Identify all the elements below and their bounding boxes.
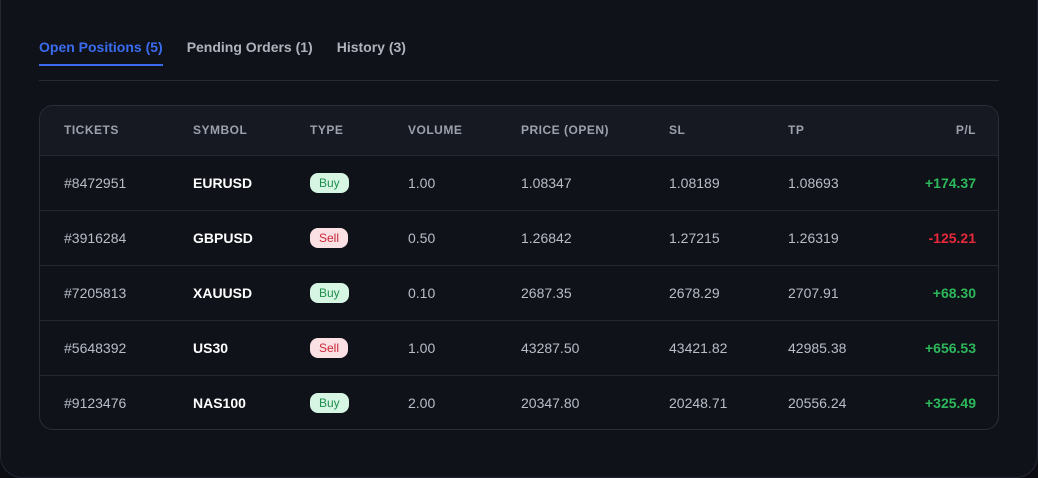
- tab-bar: Open Positions (5) Pending Orders (1) Hi…: [39, 28, 999, 81]
- type-badge-buy: Buy: [310, 392, 349, 413]
- symbol-cell: NAS100: [193, 394, 246, 411]
- ticket-cell: #9123476: [64, 394, 127, 411]
- column-header-volume: VOLUME: [408, 123, 463, 138]
- column-header-pl: P/L: [955, 123, 976, 138]
- volume-cell: 0.10: [408, 284, 436, 301]
- sl-cell: 1.27215: [669, 229, 720, 246]
- type-cell: Buy: [310, 155, 408, 210]
- pl-cell: +68.30: [932, 284, 976, 301]
- table-row[interactable]: #5648392 US30 Sell 1.00 43287.50 43421.8…: [40, 320, 998, 375]
- sl-cell: 20248.71: [669, 394, 728, 411]
- tab-open-positions[interactable]: Open Positions (5): [39, 28, 163, 66]
- type-cell: Sell: [310, 320, 408, 375]
- volume-cell: 0.50: [408, 229, 436, 246]
- volume-cell: 1.00: [408, 339, 436, 356]
- sl-cell: 2678.29: [669, 284, 720, 301]
- tab-history[interactable]: History (3): [337, 28, 406, 66]
- type-cell: Sell: [310, 210, 408, 265]
- column-header-price-open: PRICE (OPEN): [521, 123, 610, 138]
- symbol-cell: XAUUSD: [193, 284, 253, 301]
- sl-cell: 1.08189: [669, 174, 720, 191]
- type-cell: Buy: [310, 375, 408, 429]
- sl-cell: 43421.82: [669, 339, 728, 356]
- positions-table: TICKETS SYMBOL TYPE VOLUME PRICE (OPEN) …: [40, 106, 998, 429]
- pl-cell: +325.49: [925, 394, 976, 411]
- price-open-cell: 43287.50: [521, 339, 580, 356]
- positions-panel: Open Positions (5) Pending Orders (1) Hi…: [0, 0, 1038, 478]
- tab-pending-orders[interactable]: Pending Orders (1): [187, 28, 313, 66]
- tp-cell: 1.26319: [788, 229, 839, 246]
- volume-cell: 2.00: [408, 394, 436, 411]
- column-header-sl: SL: [669, 123, 686, 138]
- tp-cell: 2707.91: [788, 284, 839, 301]
- tp-cell: 20556.24: [788, 394, 847, 411]
- pl-cell: +174.37: [925, 174, 976, 191]
- column-header-tp: TP: [788, 123, 805, 138]
- ticket-cell: #3916284: [64, 229, 127, 246]
- type-badge-sell: Sell: [310, 337, 349, 358]
- symbol-cell: EURUSD: [193, 174, 253, 191]
- tp-cell: 42985.38: [788, 339, 847, 356]
- column-header-symbol: SYMBOL: [193, 123, 248, 138]
- type-badge-buy: Buy: [310, 282, 349, 303]
- ticket-cell: #8472951: [64, 174, 127, 191]
- tp-cell: 1.08693: [788, 174, 839, 191]
- pl-cell: +656.53: [925, 339, 976, 356]
- table-header-row: TICKETS SYMBOL TYPE VOLUME PRICE (OPEN) …: [40, 106, 998, 155]
- pl-cell: -125.21: [928, 229, 976, 246]
- volume-cell: 1.00: [408, 174, 436, 191]
- symbol-cell: GBPUSD: [193, 229, 253, 246]
- price-open-cell: 1.08347: [521, 174, 572, 191]
- price-open-cell: 1.26842: [521, 229, 572, 246]
- table-row[interactable]: #8472951 EURUSD Buy 1.00 1.08347 1.08189…: [40, 155, 998, 210]
- type-cell: Buy: [310, 265, 408, 320]
- table-row[interactable]: #9123476 NAS100 Buy 2.00 20347.80 20248.…: [40, 375, 998, 429]
- column-header-tickets: TICKETS: [64, 123, 119, 138]
- type-badge-sell: Sell: [310, 227, 349, 248]
- table-row[interactable]: #7205813 XAUUSD Buy 0.10 2687.35 2678.29…: [40, 265, 998, 320]
- column-header-type: TYPE: [310, 123, 344, 138]
- ticket-cell: #7205813: [64, 284, 127, 301]
- positions-table-container: TICKETS SYMBOL TYPE VOLUME PRICE (OPEN) …: [39, 105, 999, 430]
- ticket-cell: #5648392: [64, 339, 127, 356]
- symbol-cell: US30: [193, 339, 229, 356]
- price-open-cell: 2687.35: [521, 284, 572, 301]
- type-badge-buy: Buy: [310, 172, 349, 193]
- price-open-cell: 20347.80: [521, 394, 580, 411]
- table-row[interactable]: #3916284 GBPUSD Sell 0.50 1.26842 1.2721…: [40, 210, 998, 265]
